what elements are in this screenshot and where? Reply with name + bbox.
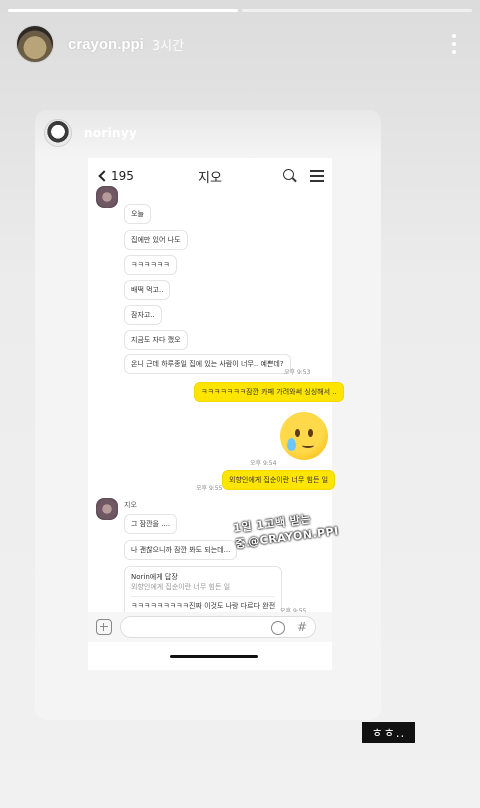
contact-avatar xyxy=(96,498,118,520)
message-time: 오후 9:53 xyxy=(284,369,311,376)
message-time: 오후 9:55 xyxy=(196,485,223,492)
chevron-left-icon xyxy=(98,170,110,182)
search-icon[interactable] xyxy=(282,168,298,184)
progress-segment-1 xyxy=(8,9,238,12)
repost-avatar xyxy=(44,119,72,147)
message-bubble: 온니 근데 하루종일 집에 있는 사람이 너무.. 예쁜데? xyxy=(124,354,291,375)
message-input[interactable]: # xyxy=(120,616,316,638)
progress-segment-2 xyxy=(242,9,472,12)
reposted-story-card[interactable]: norinyy 195 지오 오늘 집에만 있어 나도 ㅋㅋㅋㅋㅋㅋ 배떡 먹고… xyxy=(35,110,381,720)
message-bubble: 집에만 있어 나도 xyxy=(124,230,188,251)
my-message-bubble: 외향인에게 집순이란 너무 힘든 일 xyxy=(222,470,336,491)
story-time: 3시간 xyxy=(151,38,185,54)
chat-input-bar: # xyxy=(88,612,332,642)
message-list: 오늘 집에만 있어 나도 ㅋㅋㅋㅋㅋㅋ 배떡 먹고.. 잠자고.. 지금도 자다… xyxy=(88,186,344,618)
avatar[interactable] xyxy=(16,25,54,63)
story-progress xyxy=(8,9,472,12)
chat-header: 195 지오 xyxy=(88,158,332,194)
hash-icon[interactable]: # xyxy=(297,620,307,634)
back-button[interactable]: 195 xyxy=(96,169,134,183)
chat-screenshot: 195 지오 오늘 집에만 있어 나도 ㅋㅋㅋㅋㅋㅋ 배떡 먹고.. 잠자고..… xyxy=(88,158,344,670)
quoted-message: 외향인에게 집순이란 너무 힘든 일 xyxy=(131,583,231,592)
message-time: 오후 9:54 xyxy=(250,460,277,467)
message-bubble: ㅋㅋㅋㅋㅋㅋ xyxy=(124,255,177,276)
message-bubble: 지금도 자다 깼오 xyxy=(124,330,188,351)
message-bubble: 오늘 xyxy=(124,204,151,225)
reply-text: ㅋㅋㅋㅋㅋㅋㅋㅋㅋ진짜 이것도 나랑 다르다 완전 xyxy=(131,602,276,611)
home-indicator xyxy=(170,655,258,658)
story-header: crayon.ppi 3시간 xyxy=(16,24,464,64)
story-username[interactable]: crayon.ppi xyxy=(68,36,144,53)
emoji-icon[interactable] xyxy=(271,621,285,635)
message-bubble: 그 잠깐을 .... xyxy=(124,514,178,535)
repost-header: norinyy xyxy=(35,110,381,156)
repost-username: norinyy xyxy=(84,126,138,140)
my-message-bubble: ㅋㅋㅋㅋㅋㅋㅋ잠깐 카페 가려와써 싱싱해서 .. xyxy=(194,382,344,403)
contact-avatar xyxy=(96,186,118,208)
plus-icon[interactable] xyxy=(96,619,112,635)
back-count: 195 xyxy=(111,169,134,183)
reply-to-label: Norin에게 답장 xyxy=(131,573,178,581)
message-bubble: 배떡 먹고.. xyxy=(124,280,171,301)
menu-icon[interactable] xyxy=(310,170,324,182)
message-bubble: 잠자고.. xyxy=(124,305,162,326)
more-options-icon[interactable] xyxy=(444,29,464,59)
caption-text: ㅎㅎ.. xyxy=(362,722,415,743)
sender-name: 지오 xyxy=(124,501,137,509)
reply-bubble: Norin에게 답장 외향인에게 집순이란 너무 힘든 일 ㅋㅋㅋㅋㅋㅋㅋㅋㅋ진… xyxy=(124,566,283,618)
message-bubble: 나 괜찮으니까 잠깐 봐도 되는데... xyxy=(124,540,238,561)
crying-face-emoji xyxy=(280,412,328,460)
